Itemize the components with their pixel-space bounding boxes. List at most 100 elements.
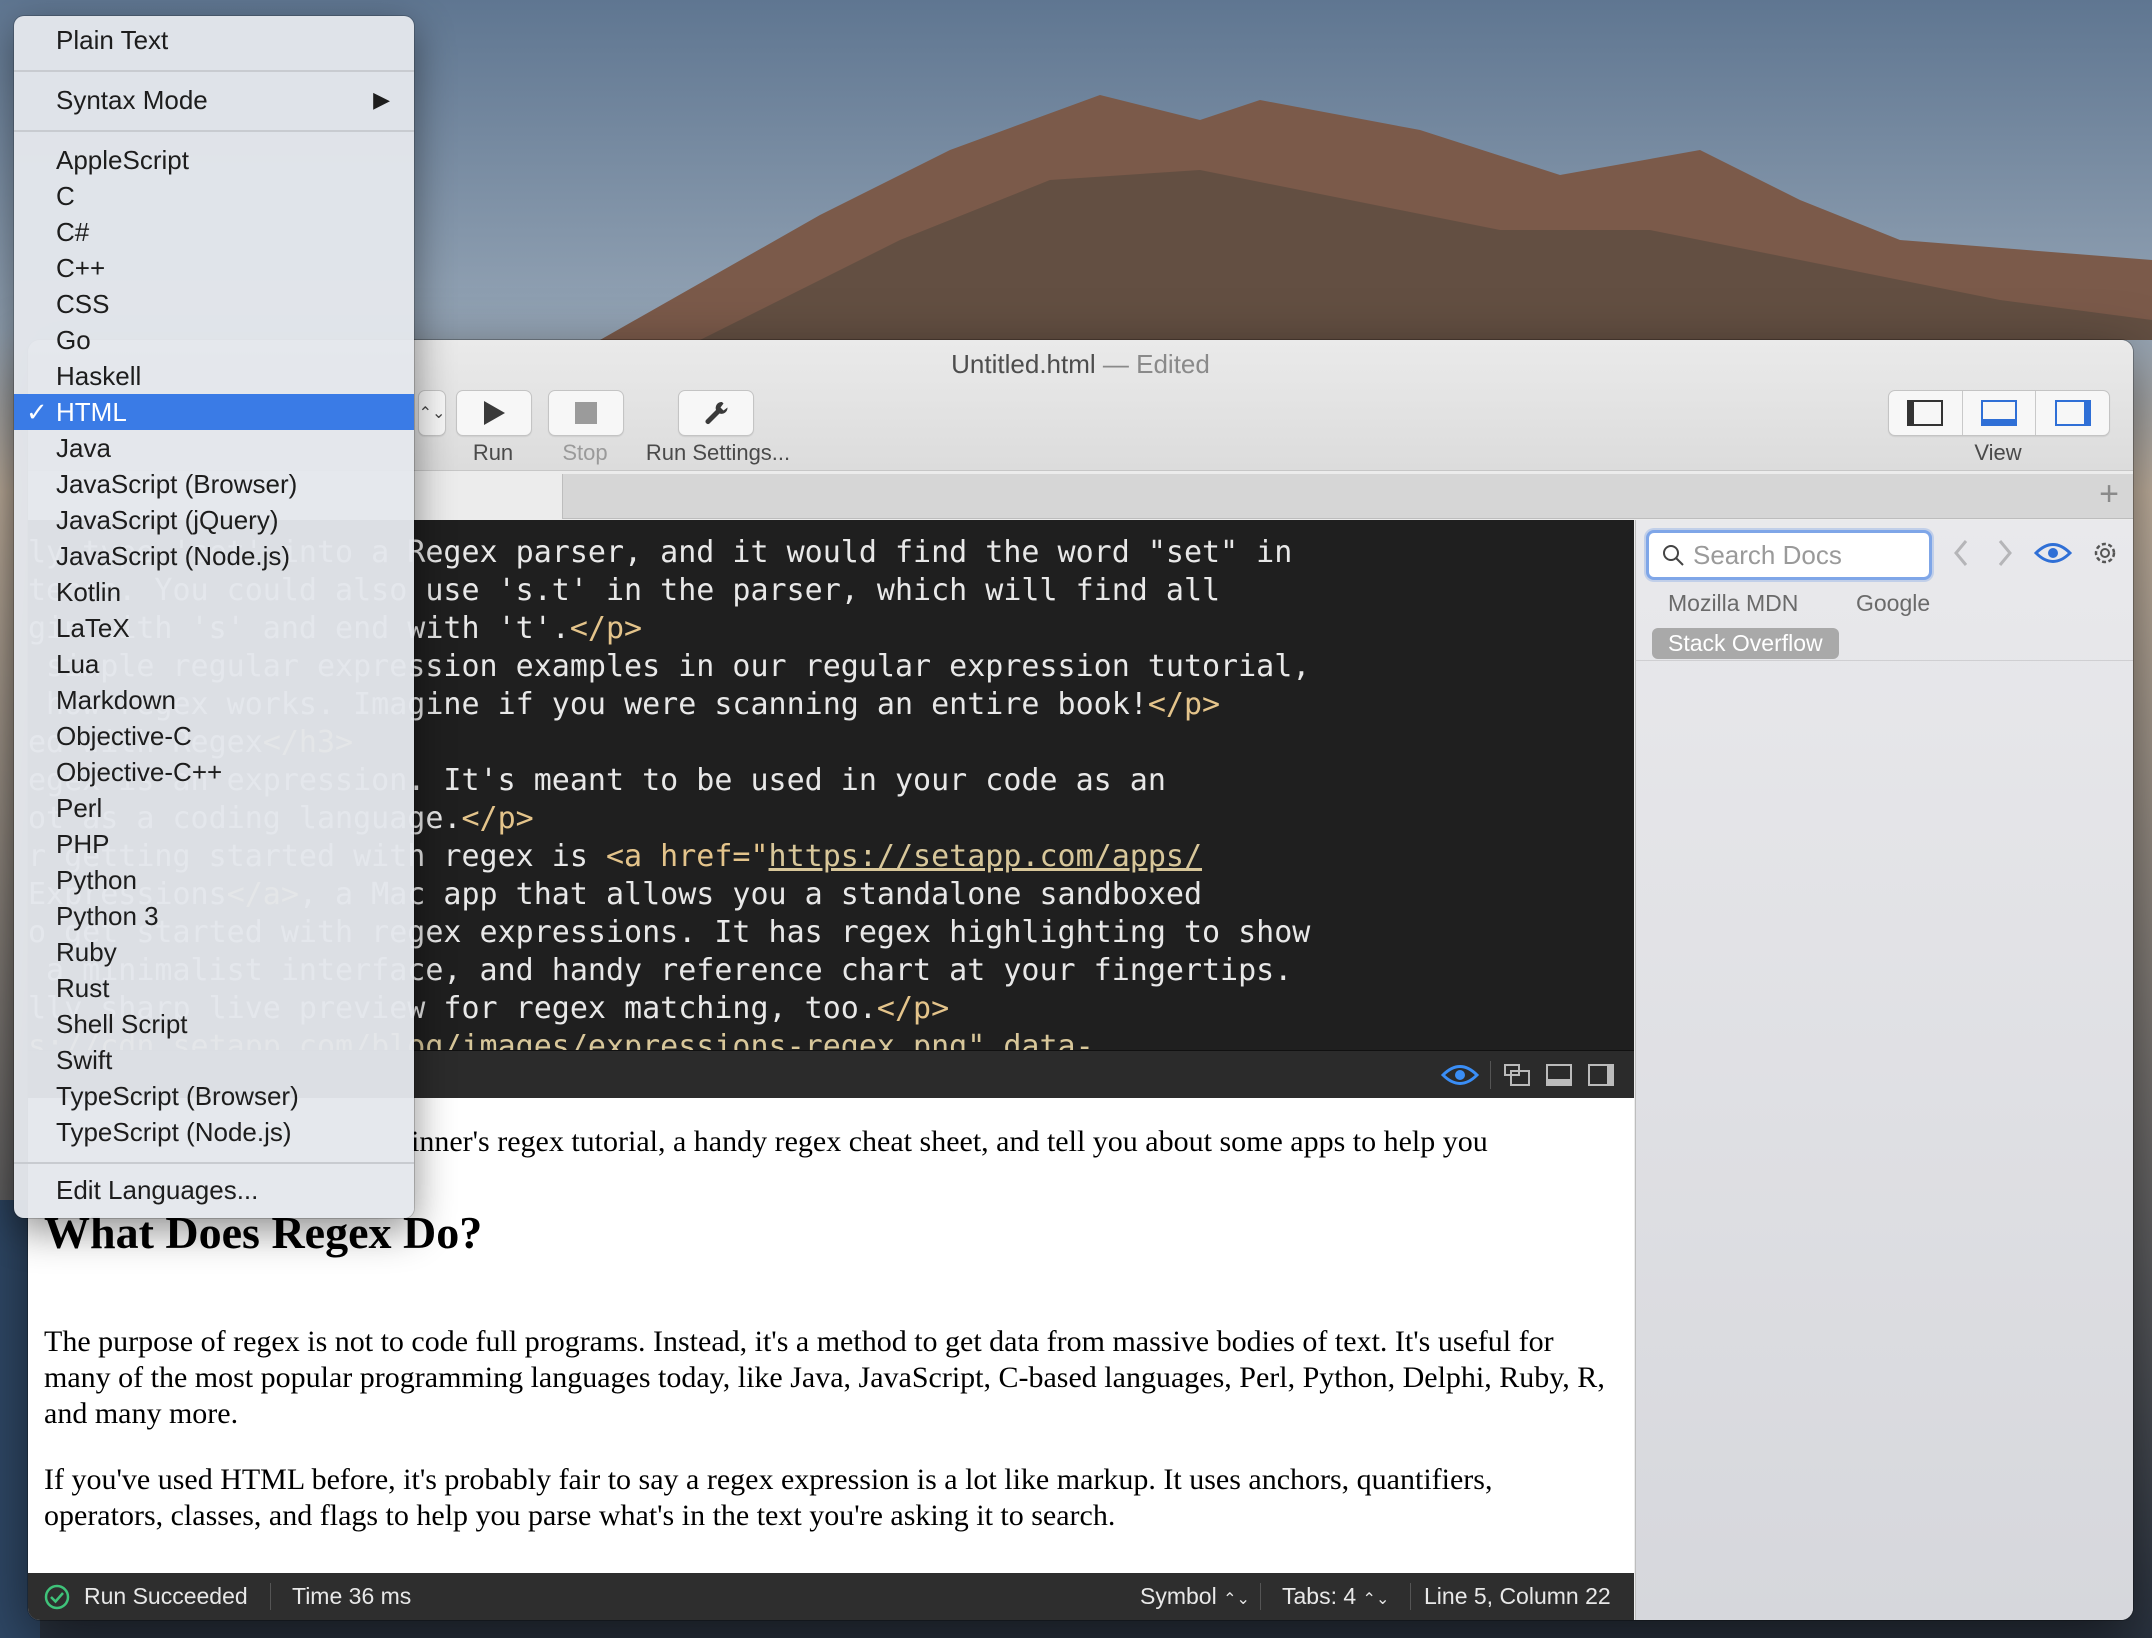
- menu-item-language[interactable]: AppleScript: [14, 142, 414, 178]
- docs-link-stack-overflow[interactable]: Stack Overflow: [1652, 628, 1839, 659]
- menu-item-language[interactable]: C: [14, 178, 414, 214]
- menu-item-language[interactable]: TypeScript (Node.js): [14, 1114, 414, 1150]
- menu-item-language[interactable]: Markdown: [14, 682, 414, 718]
- language-popup-stepper[interactable]: ⌃⌄: [418, 390, 446, 436]
- menu-item-language[interactable]: C#: [14, 214, 414, 250]
- menu-item-language[interactable]: Shell Script: [14, 1006, 414, 1042]
- toggle-left-pane-button[interactable]: [1889, 391, 1963, 435]
- menu-separator: [14, 70, 414, 72]
- menu-item-label: JavaScript (Browser): [56, 469, 298, 499]
- menu-item-label: Java: [56, 433, 111, 463]
- submenu-arrow-icon: ▶: [373, 87, 390, 112]
- stop-button[interactable]: [548, 390, 624, 436]
- menu-item-label: Kotlin: [56, 577, 122, 607]
- menu-item-language[interactable]: ✓ HTML: [14, 394, 414, 430]
- menu-item-language[interactable]: LaTeX: [14, 610, 414, 646]
- menu-item-language[interactable]: Java: [14, 430, 414, 466]
- menu-item-label: Markdown: [56, 685, 176, 715]
- menu-item-language[interactable]: Python: [14, 862, 414, 898]
- run-button[interactable]: [456, 390, 532, 436]
- menu-item-label: Rust: [56, 973, 110, 1003]
- menu-item-label: JavaScript (Node.js): [56, 541, 291, 571]
- menu-item-label: LaTeX: [56, 613, 130, 643]
- code-token-tag: </p>: [461, 801, 534, 836]
- search-icon: [1663, 545, 1684, 566]
- run-label: Run: [472, 440, 514, 465]
- menu-item-label: Haskell: [56, 361, 142, 391]
- menu-separator: [14, 130, 414, 132]
- menu-item-label: Ruby: [56, 937, 117, 967]
- language-menu: Plain Text Syntax Mode ▶ AppleScript C C# C+…: [14, 16, 414, 1218]
- gear-icon[interactable]: [2090, 538, 2120, 568]
- cursor-position[interactable]: Line 5, Column 22: [1424, 1573, 1611, 1620]
- preview-intro-fragment: inner's regex tutorial, a handy regex ch…: [411, 1125, 1488, 1158]
- toggle-right-pane-button[interactable]: [2036, 391, 2109, 435]
- symbol-popup[interactable]: Symbol ⌃⌄: [1140, 1573, 1250, 1620]
- stop-icon: [575, 402, 597, 424]
- menu-item-edit-languages[interactable]: Edit Languages...: [14, 1172, 414, 1208]
- menu-item-language[interactable]: Python 3: [14, 898, 414, 934]
- menu-item-label: C++: [56, 253, 106, 283]
- menu-item-language[interactable]: Kotlin: [14, 574, 414, 610]
- code-token-url: https://setapp.com/apps/: [768, 839, 1203, 874]
- menu-item-language[interactable]: Go: [14, 322, 414, 358]
- eye-icon[interactable]: [2034, 540, 2072, 566]
- checkmark-icon: ✓: [26, 397, 48, 427]
- forward-chevron-icon[interactable]: [1996, 538, 2014, 568]
- run-settings-button[interactable]: [678, 390, 754, 436]
- menu-item-label: AppleScript: [56, 145, 189, 175]
- menu-item-label: Syntax Mode: [56, 85, 208, 115]
- code-token-tag: </p>: [569, 611, 643, 646]
- docs-divider: [1636, 660, 2133, 661]
- menu-item-language[interactable]: JavaScript (jQuery): [14, 502, 414, 538]
- code-token-tag: </p>: [1147, 687, 1221, 722]
- docs-pane: Search Docs Mozilla MDN Google Stack Ove…: [1635, 520, 2133, 1620]
- menu-item-label: Objective-C: [56, 721, 192, 751]
- menu-item-language[interactable]: Ruby: [14, 934, 414, 970]
- menu-item-language[interactable]: Perl: [14, 790, 414, 826]
- toggle-bottom-pane-button[interactable]: [1963, 391, 2037, 435]
- pop-out-icon[interactable]: [1503, 1063, 1531, 1087]
- menu-item-language[interactable]: PHP: [14, 826, 414, 862]
- run-status: Run Succeeded: [84, 1583, 248, 1609]
- panel-bottom-small-icon[interactable]: [1545, 1063, 1573, 1087]
- tabs-stepper-icon: ⌃⌄: [1362, 1591, 1390, 1608]
- search-docs-field[interactable]: Search Docs: [1646, 530, 1932, 580]
- menu-item-plain-text[interactable]: Plain Text: [14, 22, 414, 58]
- stop-label: Stop: [562, 440, 608, 465]
- menu-item-language[interactable]: CSS: [14, 286, 414, 322]
- panel-right-small-icon[interactable]: [1587, 1063, 1615, 1087]
- window-title-edited: — Edited: [1102, 349, 1210, 379]
- menu-item-label: C: [56, 181, 75, 211]
- menu-item-language[interactable]: JavaScript (Browser): [14, 466, 414, 502]
- menu-item-language[interactable]: TypeScript (Browser): [14, 1078, 414, 1114]
- eye-icon[interactable]: [1441, 1062, 1479, 1088]
- symbol-popup-label: Symbol: [1140, 1583, 1217, 1609]
- docs-link-google[interactable]: Google: [1856, 590, 1930, 617]
- play-icon: [484, 401, 505, 425]
- menu-item-language[interactable]: JavaScript (Node.js): [14, 538, 414, 574]
- symbol-stepper-icon: ⌃⌄: [1223, 1591, 1250, 1608]
- menu-item-label: Plain Text: [56, 25, 169, 55]
- menu-item-language[interactable]: Rust: [14, 970, 414, 1006]
- new-tab-plus-icon[interactable]: +: [2099, 474, 2119, 514]
- menu-item-syntax-mode[interactable]: Syntax Mode ▶: [14, 82, 414, 118]
- menu-item-label: JavaScript (jQuery): [56, 505, 279, 535]
- success-check-icon: [44, 1584, 70, 1610]
- menu-item-language[interactable]: Haskell: [14, 358, 414, 394]
- panel-bottom-icon: [1981, 400, 2017, 426]
- menu-item-label: Shell Script: [56, 1009, 188, 1039]
- sidebar-right-icon: [2054, 400, 2091, 426]
- menu-item-language[interactable]: C++: [14, 250, 414, 286]
- tab-strip: +: [562, 474, 2133, 519]
- back-chevron-icon[interactable]: [1952, 538, 1970, 568]
- menu-item-language[interactable]: Objective-C: [14, 718, 414, 754]
- menu-item-label: PHP: [56, 829, 110, 859]
- menu-item-label: Perl: [56, 793, 103, 823]
- menu-item-language[interactable]: Objective-C++: [14, 754, 414, 790]
- tabs-popup[interactable]: Tabs: 4 ⌃⌄: [1282, 1573, 1389, 1620]
- menu-item-language[interactable]: Lua: [14, 646, 414, 682]
- docs-link-mozilla-mdn[interactable]: Mozilla MDN: [1668, 590, 1798, 617]
- menu-item-label: Python 3: [56, 901, 159, 931]
- menu-item-language[interactable]: Swift: [14, 1042, 414, 1078]
